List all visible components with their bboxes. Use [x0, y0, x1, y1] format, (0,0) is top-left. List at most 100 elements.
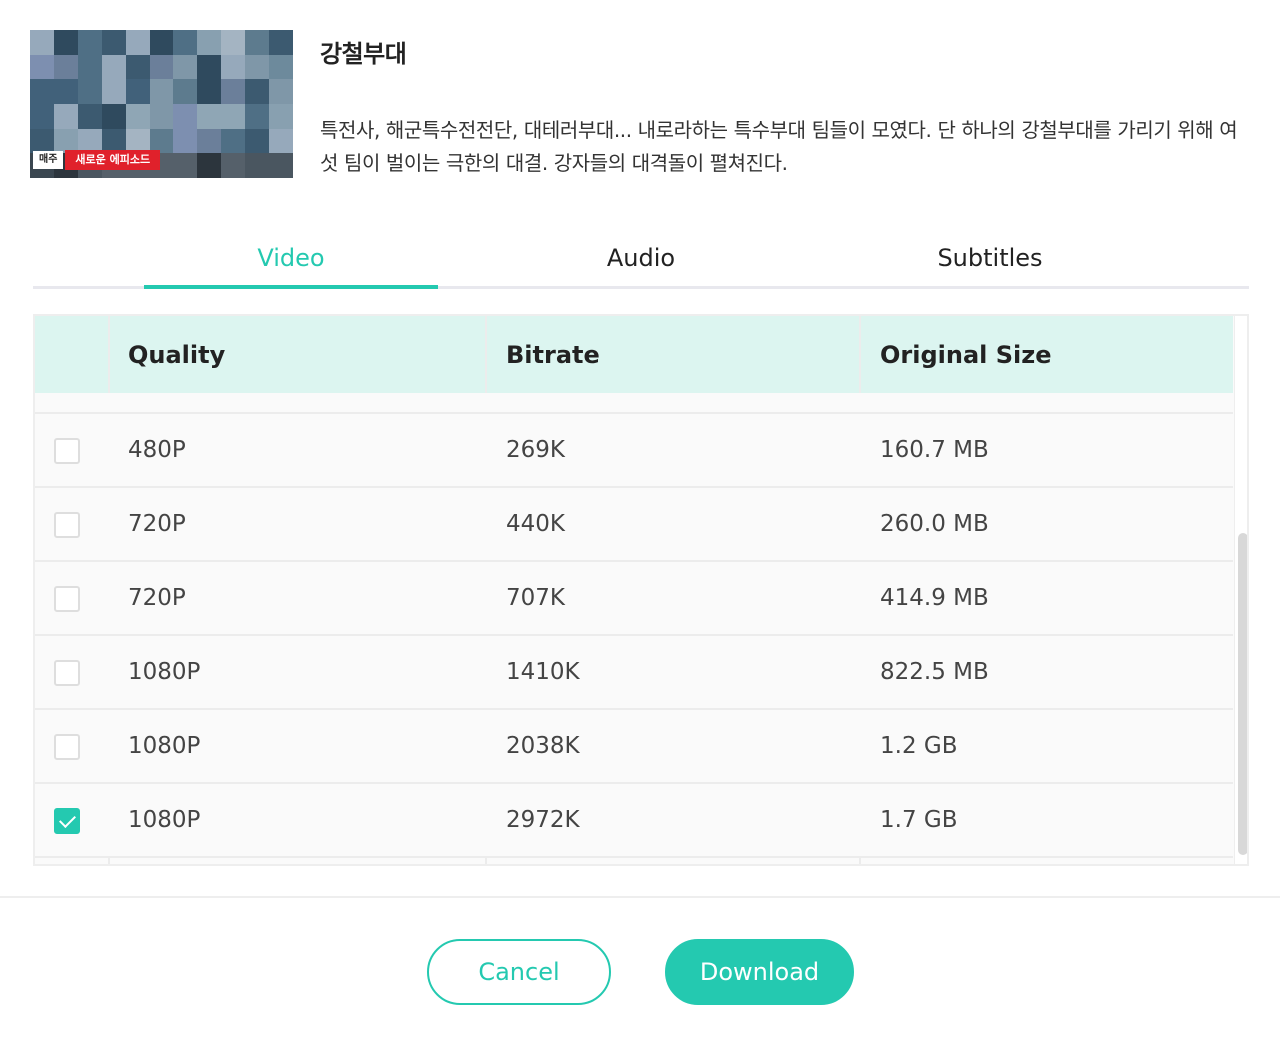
column-header-original-size: Original Size	[880, 340, 1052, 369]
thumbnail-pixel	[173, 79, 198, 104]
thumbnail-pixel	[149, 30, 174, 55]
thumbnail-pixel	[125, 30, 150, 55]
thumbnail-pixel	[197, 79, 222, 104]
thumbnail-pixel	[221, 153, 246, 178]
thumbnail-pixel	[77, 103, 102, 129]
cell-bitrate: 1410K	[506, 659, 580, 685]
cell-quality: 1080P	[128, 659, 201, 685]
thumbnail-pixel	[30, 30, 54, 55]
thumbnail-pixel	[245, 153, 270, 178]
thumbnail-pixel	[197, 153, 222, 178]
thumbnail-pixel	[269, 79, 293, 104]
thumbnail-pixel	[221, 103, 246, 129]
cell-size: 260.0 MB	[880, 511, 989, 537]
thumbnail-pixel	[101, 79, 126, 104]
cancel-button[interactable]: Cancel	[427, 939, 611, 1005]
thumbnail-pixel	[149, 103, 174, 129]
row-checkbox[interactable]	[54, 438, 80, 464]
table-row[interactable]: 1080P 2972K 1.7 GB	[35, 784, 1233, 858]
table-header: Quality Bitrate Original Size	[35, 316, 1233, 393]
cell-quality: 720P	[128, 585, 186, 611]
thumbnail-pixel	[269, 153, 293, 178]
cell-quality: 480P	[128, 437, 186, 463]
thumbnail-pixel	[221, 54, 246, 80]
thumbnail-pixel	[125, 103, 150, 129]
cell-quality: 1080P	[128, 733, 201, 759]
thumbnail-pixel	[30, 79, 54, 104]
thumbnail-pixel	[245, 54, 270, 80]
active-tab-indicator	[144, 285, 438, 289]
thumbnail-pixel	[221, 79, 246, 104]
thumbnail-pixel	[53, 79, 78, 104]
badge-new-episode: 새로운 에피소드	[65, 150, 161, 170]
thumbnail-pixel	[245, 128, 270, 154]
thumbnail-pixel	[269, 54, 293, 80]
thumbnail-pixel	[53, 103, 78, 129]
row-checkbox[interactable]	[54, 512, 80, 538]
cell-bitrate: 707K	[506, 585, 565, 611]
cell-size: 1.7 GB	[880, 807, 958, 833]
thumbnail-pixel	[53, 30, 78, 55]
thumbnail-pixel	[269, 103, 293, 129]
show-thumbnail: 매주 새로운 에피소드	[30, 30, 293, 178]
row-checkbox-checked[interactable]	[54, 808, 80, 834]
thumbnail-pixel	[173, 128, 198, 154]
row-checkbox[interactable]	[54, 586, 80, 612]
tab-subtitles[interactable]: Subtitles	[843, 226, 1137, 289]
table-row[interactable]: 1080P 2038K 1.2 GB	[35, 710, 1233, 784]
scrollbar-thumb[interactable]	[1238, 533, 1247, 855]
cell-bitrate: 2972K	[506, 807, 580, 833]
cell-quality: 1080P	[128, 807, 201, 833]
cell-size: 822.5 MB	[880, 659, 989, 685]
table-scrollbar[interactable]	[1234, 316, 1247, 864]
thumbnail-pixel	[197, 128, 222, 154]
table-row[interactable]: 1080P 1410K 822.5 MB	[35, 636, 1233, 710]
thumbnail-pixel	[173, 153, 198, 178]
show-description: 특전사, 해군특수전전단, 대테러부대... 내로라하는 특수부대 팀들이 모였…	[320, 118, 1238, 175]
thumbnail-pixel	[173, 30, 198, 55]
tab-video[interactable]: Video	[144, 226, 438, 289]
footer-divider	[0, 896, 1280, 898]
cell-size: 160.7 MB	[880, 437, 989, 463]
column-header-bitrate: Bitrate	[506, 340, 600, 369]
cell-bitrate: 2038K	[506, 733, 580, 759]
thumbnail-pixel	[77, 79, 102, 104]
thumbnail-pixel	[245, 103, 270, 129]
badge-weekly: 매주	[33, 151, 64, 169]
thumbnail-pixel	[125, 79, 150, 104]
download-dialog: 매주 새로운 에피소드 강철부대 특전사, 해군특수전전단, 대테러부대... …	[0, 0, 1280, 1040]
cell-size: 414.9 MB	[880, 585, 989, 611]
thumbnail-pixel	[173, 103, 198, 129]
table-row[interactable]: 720P 440K 260.0 MB	[35, 488, 1233, 562]
thumbnail-pixel	[245, 30, 270, 55]
tab-audio[interactable]: Audio	[494, 226, 788, 289]
row-checkbox[interactable]	[54, 734, 80, 760]
table-row-partial	[35, 393, 1233, 414]
show-title: 강철부대	[320, 40, 407, 68]
quality-table: Quality Bitrate Original Size 480P 269K …	[33, 314, 1249, 866]
thumbnail-pixel	[149, 54, 174, 80]
table-row[interactable]: 480P 269K 160.7 MB	[35, 414, 1233, 488]
thumbnail-pixel	[125, 54, 150, 80]
thumbnail-pixel	[221, 30, 246, 55]
thumbnail-pixel	[197, 30, 222, 55]
column-header-quality: Quality	[128, 340, 226, 369]
thumbnail-pixel	[53, 54, 78, 80]
cell-size: 1.2 GB	[880, 733, 958, 759]
cell-bitrate: 269K	[506, 437, 565, 463]
table-row[interactable]: 720P 707K 414.9 MB	[35, 562, 1233, 636]
thumbnail-pixel	[77, 30, 102, 55]
thumbnail-pixel	[149, 79, 174, 104]
thumbnail-pixel	[245, 79, 270, 104]
cell-quality: 720P	[128, 511, 186, 537]
row-checkbox[interactable]	[54, 660, 80, 686]
tab-bar: Video Audio Subtitles	[33, 226, 1249, 289]
thumbnail-pixel	[221, 128, 246, 154]
thumbnail-pixel	[269, 30, 293, 55]
thumbnail-pixel	[101, 30, 126, 55]
thumbnail-pixel	[30, 54, 54, 80]
thumbnail-pixel	[101, 103, 126, 129]
thumbnail-pixel	[197, 103, 222, 129]
thumbnail-pixel	[77, 54, 102, 80]
download-button[interactable]: Download	[665, 939, 854, 1005]
